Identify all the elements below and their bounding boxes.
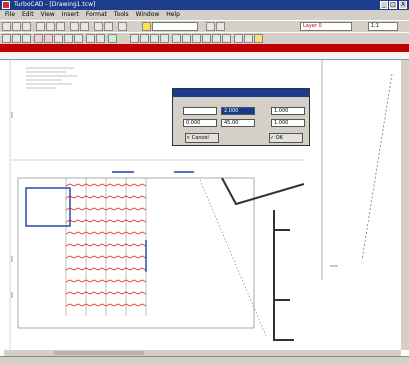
line-type-icon[interactable] [216, 22, 225, 31]
move-icon[interactable] [130, 34, 139, 43]
group-icon[interactable] [192, 34, 201, 43]
selection-info-bar [0, 44, 409, 52]
vertical-scrollbar[interactable] [401, 60, 409, 350]
delete-point-icon[interactable] [44, 34, 53, 43]
rectangle-icon[interactable] [54, 34, 63, 43]
horizontal-ruler [0, 52, 409, 60]
pen-style-select[interactable] [152, 22, 198, 31]
title-bar: TurboCAD - [Drawing1.tcw] [0, 0, 409, 10]
close-button[interactable]: X [399, 1, 407, 9]
title-block-text [26, 67, 78, 89]
wall-structure [221, 177, 305, 341]
rotate-icon[interactable] [140, 34, 149, 43]
leader-line [199, 179, 267, 337]
status-bar [0, 356, 409, 365]
explode-icon[interactable] [202, 34, 211, 43]
scale-icon[interactable] [150, 34, 159, 43]
dialog-field-5[interactable]: 1.000 [271, 119, 305, 127]
app-icon[interactable] [2, 1, 10, 9]
line-icon[interactable] [12, 34, 21, 43]
help-icon[interactable] [118, 22, 127, 31]
pan-icon[interactable] [254, 34, 263, 43]
add-point-icon[interactable] [34, 34, 43, 43]
dialog-title-bar [173, 89, 309, 97]
standard-toolbar: Layer 0 1:1 [0, 20, 409, 32]
ok-label: OK [275, 135, 284, 141]
plan-outline [17, 177, 255, 329]
diagonal-dimension [361, 73, 393, 261]
undo-icon[interactable] [70, 22, 79, 31]
menu-bar: File Edit View Insert Format Tools Windo… [0, 10, 409, 20]
snap-icon[interactable] [108, 34, 117, 43]
text-icon[interactable] [86, 34, 95, 43]
layer-select[interactable]: Layer 0 [300, 22, 352, 31]
trim-icon[interactable] [212, 34, 221, 43]
parameters-dialog: 2.000 1.000 0.000 45.00 1.000 ✕ Cancel ✔… [172, 88, 310, 146]
horizontal-scroll-thumb[interactable] [54, 351, 144, 355]
menu-view[interactable]: View [41, 11, 55, 18]
dialog-field-4[interactable]: 45.00 [221, 119, 255, 127]
window-title: TurboCAD - [Drawing1.tcw] [14, 1, 96, 8]
menu-file[interactable]: File [5, 11, 15, 18]
paste-icon[interactable] [56, 22, 65, 31]
select-icon[interactable] [2, 34, 11, 43]
menu-insert[interactable]: Insert [62, 11, 79, 18]
cancel-label: Cancel [191, 135, 209, 141]
dialog-field-1[interactable]: 2.000 [221, 107, 255, 115]
cut-icon[interactable] [36, 22, 45, 31]
plan-grid [65, 178, 147, 316]
dialog-field-2[interactable]: 1.000 [271, 107, 305, 115]
save-icon[interactable] [22, 22, 31, 31]
mirror-icon[interactable] [160, 34, 169, 43]
print-preview-icon[interactable] [104, 22, 113, 31]
redo-icon[interactable] [80, 22, 89, 31]
zoom-extents-icon[interactable] [244, 34, 253, 43]
menu-window[interactable]: Window [136, 11, 160, 18]
cancel-x-icon: ✕ [186, 135, 191, 141]
circle-icon[interactable] [64, 34, 73, 43]
menu-edit[interactable]: Edit [22, 11, 34, 18]
open-icon[interactable] [12, 22, 21, 31]
dimension-icon[interactable] [96, 34, 105, 43]
dialog-field-0[interactable] [183, 107, 217, 115]
ok-button[interactable]: ✔ OK [269, 133, 303, 143]
ok-check-icon: ✔ [270, 135, 275, 141]
arc-icon[interactable] [74, 34, 83, 43]
block-icon[interactable] [182, 34, 191, 43]
hatch-icon[interactable] [172, 34, 181, 43]
color-swatch-icon[interactable] [142, 22, 151, 31]
line-width-icon[interactable] [206, 22, 215, 31]
cancel-button[interactable]: ✕ Cancel [185, 133, 219, 143]
print-icon[interactable] [94, 22, 103, 31]
menu-format[interactable]: Format [86, 11, 107, 18]
selection-markers [25, 171, 194, 272]
polyline-icon[interactable] [22, 34, 31, 43]
zoom-select[interactable]: 1:1 [368, 22, 398, 31]
extend-icon[interactable] [222, 34, 231, 43]
menu-help[interactable]: Help [166, 11, 180, 18]
copy-icon[interactable] [46, 22, 55, 31]
new-icon[interactable] [2, 22, 11, 31]
menu-tools[interactable]: Tools [114, 11, 129, 18]
zoom-window-icon[interactable] [234, 34, 243, 43]
drawing-toolbar [0, 32, 409, 44]
maximize-button[interactable]: □ [389, 1, 397, 9]
dialog-field-3[interactable]: 0.000 [183, 119, 217, 127]
minimize-button[interactable]: _ [380, 1, 388, 9]
